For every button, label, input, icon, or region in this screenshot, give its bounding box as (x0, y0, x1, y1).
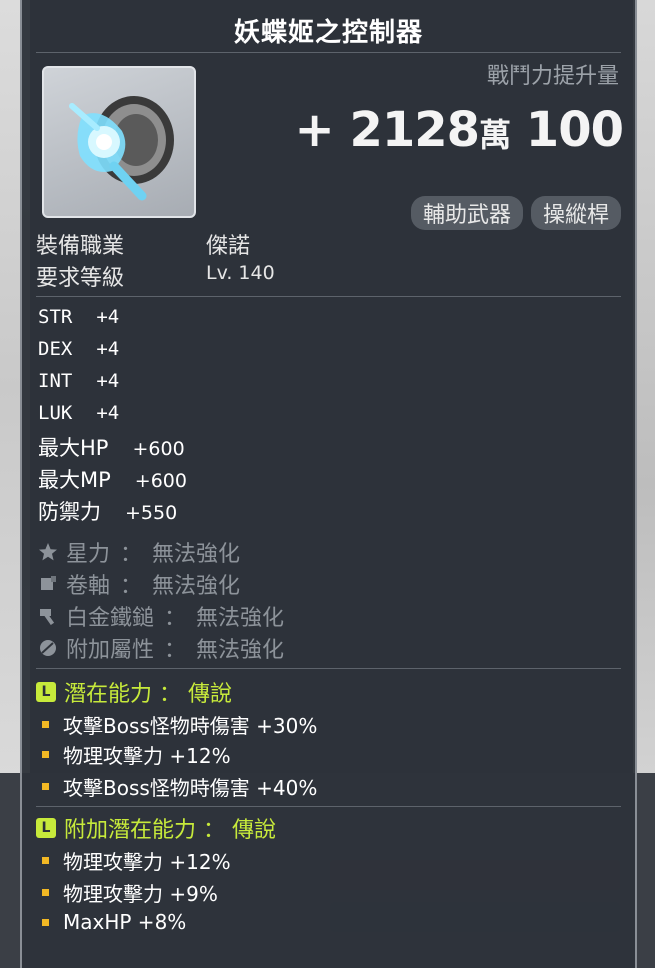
enhancement-label: 星力 (66, 542, 111, 567)
scroll-icon (41, 576, 56, 590)
enhancement-label: 附加屬性 (66, 638, 155, 663)
enhancement-row: 附加屬性 ： 無法強化 (38, 632, 284, 664)
divider (36, 668, 621, 669)
separator-colon: ： (164, 638, 187, 663)
stat-value: +550 (125, 502, 178, 524)
stat-value: +4 (96, 306, 120, 328)
enhancement-value: 無法強化 (152, 542, 241, 567)
stat-row: 最大MP +600 (38, 464, 187, 494)
leaf-icon (40, 640, 56, 656)
enhancement-row: 星力 ： 無法強化 (38, 536, 240, 568)
stat-row: LUK +4 (38, 402, 119, 424)
stat-row: STR +4 (38, 306, 119, 328)
bonus-potential-line: 物理攻擊力 +9% (42, 878, 218, 907)
tag-controller: 操縱桿 (530, 196, 621, 230)
hammer-icon (40, 609, 55, 626)
tag-secondary-weapon: 輔助武器 (410, 196, 523, 230)
combat-power-label: 戰鬥力提升量 (486, 64, 619, 89)
divider (36, 52, 621, 53)
stat-value: +4 (96, 338, 120, 360)
legendary-icon: L (36, 682, 56, 702)
stat-name: 防禦力 (38, 500, 101, 524)
enhancement-value: 無法強化 (196, 638, 285, 663)
enhancement-value: 無法強化 (196, 606, 285, 631)
stat-name: STR (38, 306, 73, 328)
level-label: 要求等級 (36, 266, 125, 291)
potential-header: L 潛在能力 ： 傳說 (36, 676, 232, 708)
combat-power-value: + 2128萬 100 (294, 102, 624, 158)
stat-value: +600 (134, 470, 187, 492)
stat-value: +4 (96, 402, 120, 424)
potential-line: 物理攻擊力 +12% (42, 740, 231, 769)
potential-line: 攻擊Boss怪物時傷害 +40% (42, 772, 317, 801)
item-name: 妖蝶姬之控制器 (233, 18, 423, 48)
separator-colon: ： (120, 542, 143, 567)
bullet-icon (42, 783, 49, 790)
stat-value: +4 (96, 370, 120, 392)
legendary-icon: L (36, 818, 56, 838)
bullet-icon (42, 857, 49, 864)
potential-text: 攻擊Boss怪物時傷害 +30% (63, 714, 318, 738)
stat-value: +600 (132, 438, 185, 460)
job-row: 裝備職業 傑諾 (36, 228, 250, 260)
stat-row: 最大HP +600 (38, 432, 185, 462)
enhancement-row: 白金鐵鎚 ： 無法強化 (38, 600, 284, 632)
stat-row: DEX +4 (38, 338, 119, 360)
potential-title: 潛在能力 ： 傳說 (64, 682, 232, 707)
bonus-potential-header: L 附加潛在能力 ： 傳說 (36, 812, 276, 844)
potential-text: 物理攻擊力 +9% (63, 882, 218, 906)
enhancement-value: 無法強化 (152, 574, 241, 599)
bullet-icon (42, 751, 49, 758)
controller-icon (69, 96, 174, 201)
level-value: Lv. 140 (206, 262, 275, 284)
separator-colon: ： (120, 574, 143, 599)
bullet-icon (42, 889, 49, 896)
combat-power-main: + 2128 (294, 102, 481, 158)
stat-row: INT +4 (38, 370, 119, 392)
divider (36, 806, 621, 807)
item-tooltip: 妖蝶姬之控制器 戰鬥力提升量 + 2128萬 100 輔助武器 操縱桿 裝備職業… (20, 0, 637, 968)
combat-power-unit: 萬 (479, 116, 511, 154)
star-icon (39, 543, 57, 561)
job-label: 裝備職業 (36, 234, 125, 259)
potential-text: MaxHP +8% (63, 910, 187, 934)
separator-colon: ： (164, 606, 187, 631)
stat-name: LUK (38, 402, 73, 424)
bonus-potential-line: MaxHP +8% (42, 910, 186, 934)
enhancement-row: 卷軸 ： 無法強化 (38, 568, 240, 600)
job-value: 傑諾 (206, 234, 251, 259)
bonus-potential-line: 物理攻擊力 +12% (42, 846, 231, 875)
enhancement-label: 卷軸 (66, 574, 111, 599)
stat-name: 最大HP (38, 436, 109, 460)
stat-row: 防禦力 +550 (38, 496, 177, 526)
potential-text: 物理攻擊力 +12% (63, 850, 231, 874)
potential-line: 攻擊Boss怪物時傷害 +30% (42, 710, 317, 739)
bullet-icon (42, 918, 49, 926)
potential-text: 物理攻擊力 +12% (63, 744, 231, 768)
stat-name: 最大MP (38, 468, 111, 492)
stat-name: INT (38, 370, 73, 392)
bullet-icon (42, 721, 49, 728)
bonus-potential-title: 附加潛在能力 ： 傳說 (64, 818, 276, 843)
combat-power-rest: 100 (525, 102, 624, 158)
enhancement-label: 白金鐵鎚 (66, 606, 155, 631)
level-row: 要求等級 Lv. 140 (36, 260, 275, 292)
divider (36, 296, 621, 297)
item-tags: 輔助武器 操縱桿 (410, 196, 621, 230)
item-icon-frame (42, 66, 196, 218)
stat-name: DEX (38, 338, 73, 360)
potential-text: 攻擊Boss怪物時傷害 +40% (63, 776, 318, 800)
